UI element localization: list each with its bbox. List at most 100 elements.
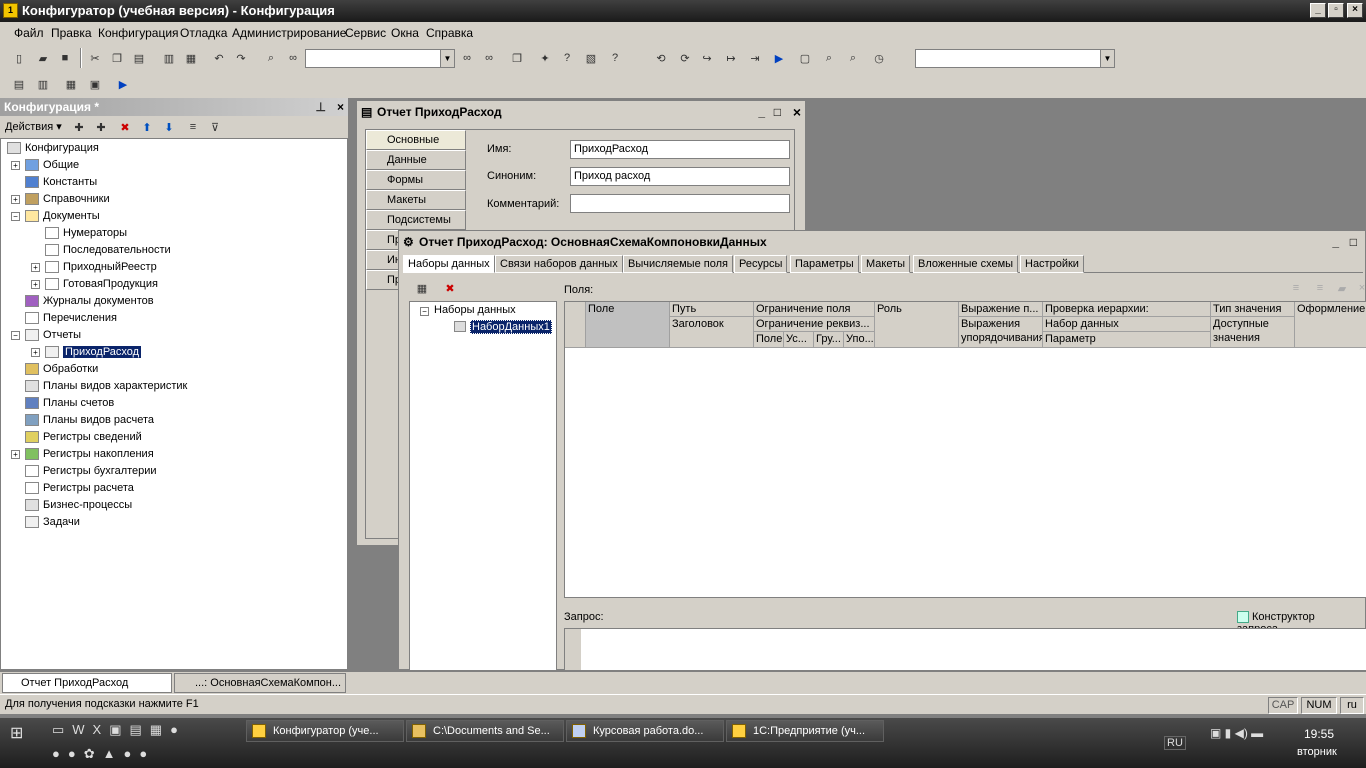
print-icon[interactable]: ▥ [160, 49, 178, 67]
preview-icon[interactable]: ▦ [182, 49, 200, 67]
run-icon[interactable]: ▶ [770, 49, 788, 67]
col-sub-field[interactable]: Поле [754, 332, 784, 348]
col-sub-cond[interactable]: Ус... [784, 332, 814, 348]
menu-windows[interactable]: Окна [391, 26, 419, 40]
debug-icon-2[interactable]: ⟳ [676, 49, 694, 67]
name-field[interactable]: ПриходРасход [570, 140, 790, 159]
filter-icon[interactable]: ⊽ [206, 118, 224, 136]
start-button[interactable]: ⊞ [10, 723, 30, 743]
tree-item[interactable]: Планы счетов [25, 395, 114, 411]
save-icon[interactable]: ■ [56, 49, 74, 67]
tree-item[interactable]: Нумераторы [45, 225, 127, 241]
tree-item[interactable]: Перечисления [25, 310, 117, 326]
syntax-help-icon[interactable]: ? [558, 49, 576, 67]
copy-icon[interactable]: ❐ [108, 49, 126, 67]
start-debug-icon[interactable]: ▶ [114, 75, 132, 93]
debug-icon-7[interactable]: ⌕ [844, 49, 862, 67]
comment-field[interactable] [570, 194, 790, 213]
menu-help[interactable]: Справка [426, 26, 473, 40]
tree-item[interactable]: Обработки [25, 361, 98, 377]
windows-icon[interactable]: ❐ [508, 49, 526, 67]
tray-icons[interactable]: ▣ ▮ ◀) ▬ [1210, 726, 1263, 740]
undo-icon[interactable]: ↶ [210, 49, 228, 67]
synonym-field[interactable]: Приход расход [570, 167, 790, 186]
col-sub-order[interactable]: Упо... [844, 332, 875, 348]
maximize-button[interactable]: ▫ [1328, 3, 1344, 18]
tab-resources[interactable]: Ресурсы [734, 255, 788, 273]
tree-item[interactable]: Документы [25, 208, 100, 224]
paste-icon[interactable]: ▤ [130, 49, 148, 67]
tab-settings[interactable]: Настройки [1020, 255, 1084, 273]
status-lang[interactable]: ru [1340, 697, 1364, 714]
move-up-icon[interactable]: ⬆ [138, 118, 156, 136]
delete-icon[interactable]: ✖ [116, 118, 134, 136]
tab-parameters[interactable]: Параметры [790, 255, 859, 273]
col-title[interactable]: Заголовок [670, 317, 754, 348]
report-max-button[interactable]: □ [774, 101, 781, 123]
col-type[interactable]: Тип значения [1211, 302, 1295, 317]
col-expr1[interactable]: Выражение п... [959, 302, 1043, 317]
quicklaunch-row1[interactable]: ▭WX▣▤▦● [52, 722, 242, 742]
fields-tool-1-icon[interactable]: ≡ [1287, 279, 1305, 297]
help-1c-icon[interactable]: ? [606, 49, 624, 67]
col-format[interactable]: Оформление [1295, 302, 1366, 348]
fields-tool-4-icon[interactable]: × [1353, 279, 1366, 297]
find-next-icon[interactable]: ∞ [458, 49, 476, 67]
query-text[interactable] [564, 628, 1366, 671]
side-tab-forms[interactable]: Формы [366, 170, 466, 190]
binoculars-icon[interactable]: ∞ [284, 49, 302, 67]
debug-icon-1[interactable]: ⟲ [652, 49, 670, 67]
minimize-button[interactable]: _ [1310, 3, 1326, 18]
tab-nested-schemas[interactable]: Вложенные схемы [913, 255, 1019, 273]
quicklaunch-row2[interactable]: ●●✿▲●● [52, 746, 242, 766]
tree-item[interactable]: Отчеты [25, 327, 81, 343]
taskbar-btn-word[interactable]: Курсовая работа.do... [566, 720, 724, 742]
tree-item[interactable]: Константы [25, 174, 97, 190]
close-button[interactable]: × [1347, 3, 1363, 18]
col-restrict-field[interactable]: Ограничение поля [754, 302, 875, 317]
taskbar-btn-1c[interactable]: 1С:Предприятие (уч... [726, 720, 884, 742]
menu-file[interactable]: Файл [14, 26, 44, 40]
fields-tool-2-icon[interactable]: ≡ [1311, 279, 1329, 297]
report-min-button[interactable]: _ [758, 101, 765, 123]
timer-icon[interactable]: ◷ [870, 49, 888, 67]
debug-icon-4[interactable]: ↦ [722, 49, 740, 67]
taskbar-btn-configurator[interactable]: Конфигуратор (уче... [246, 720, 404, 742]
wizard-icon[interactable]: ✦ [536, 49, 554, 67]
side-tab-templates[interactable]: Макеты [366, 190, 466, 210]
col-avail[interactable]: Доступные значения [1211, 317, 1295, 348]
tree-item[interactable]: Общие [25, 157, 79, 173]
col-dataset[interactable]: Набор данных [1043, 317, 1211, 332]
dataset-item[interactable]: НаборДанных1 [470, 320, 552, 334]
col-role[interactable]: Роль [875, 302, 959, 348]
db-config-icon[interactable]: ▣ [86, 75, 104, 93]
tree-item[interactable]: ГотоваяПродукция [45, 276, 158, 292]
template-icon[interactable]: ▧ [582, 49, 600, 67]
tree-item[interactable]: Регистры накопления [25, 446, 154, 462]
tree-item[interactable]: Журналы документов [25, 293, 154, 309]
debug-icon-3[interactable]: ↪ [698, 49, 716, 67]
tree-item[interactable]: Последовательности [45, 242, 171, 258]
tab-calc-fields[interactable]: Вычисляемые поля [623, 255, 733, 273]
zoom-icon[interactable]: ⌕ [820, 49, 838, 67]
schema-max-button[interactable]: □ [1350, 231, 1357, 253]
col-sub-group[interactable]: Гру... [814, 332, 844, 348]
side-tab-subsystems[interactable]: Подсистемы [366, 210, 466, 230]
report-close-button[interactable]: × [793, 101, 801, 123]
side-tab-data[interactable]: Данные [366, 150, 466, 170]
add-child-icon[interactable]: ✚ [92, 118, 110, 136]
tree-item[interactable]: Планы видов расчета [25, 412, 154, 428]
config-update-icon[interactable]: ▥ [34, 75, 52, 93]
menu-edit[interactable]: Правка [51, 26, 92, 40]
add-icon[interactable]: ✚ [70, 118, 88, 136]
schema-min-button[interactable]: _ [1332, 231, 1339, 253]
tree-item[interactable]: Регистры бухгалтерии [25, 463, 157, 479]
tray-lang[interactable]: RU [1164, 736, 1186, 750]
col-expr2[interactable]: Выражения упорядочивания [959, 317, 1043, 348]
move-down-icon[interactable]: ⬇ [160, 118, 178, 136]
search-combo[interactable]: ▼ [305, 49, 455, 68]
taskbar-btn-explorer[interactable]: C:\Documents and Se... [406, 720, 564, 742]
tree-item[interactable]: Регистры расчета [25, 480, 134, 496]
open-icon[interactable]: ▰ [34, 49, 52, 67]
module-combo[interactable]: ▼ [915, 49, 1115, 68]
